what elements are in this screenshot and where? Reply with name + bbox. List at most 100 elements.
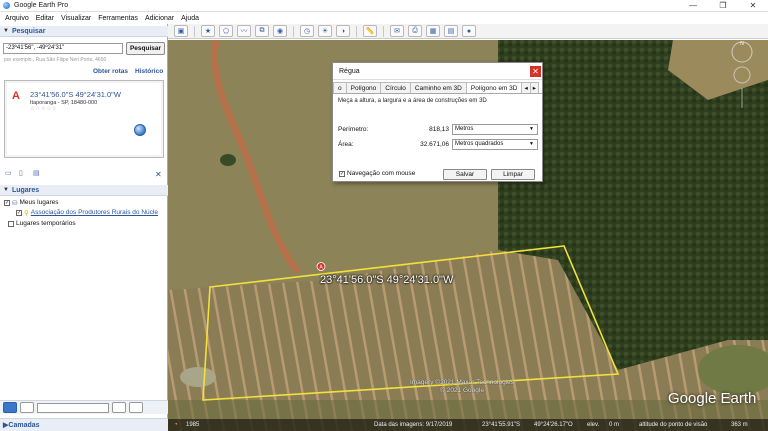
polygon-icon[interactable]: ⬠ [219, 25, 233, 37]
ruler-dialog: Régua ✕ o Polígono Círculo Caminho em 3D… [332, 62, 543, 182]
get-directions-link[interactable]: Obter rotas [93, 68, 128, 75]
search-button[interactable]: Pesquisar [126, 42, 165, 55]
search-section-title: Pesquisar [11, 27, 46, 35]
toolbar-separator [383, 25, 384, 37]
places-section-title: Lugares [11, 186, 40, 194]
save-image-icon[interactable]: ▦ [426, 25, 440, 37]
menu-adicionar[interactable]: Adicionar [145, 15, 174, 22]
print-icon[interactable]: ▤ [33, 170, 41, 178]
close-button[interactable]: ✕ [738, 0, 768, 12]
sidebar-toggle-icon[interactable]: ▣ [174, 25, 188, 37]
perimeter-unit-value: Metros [455, 126, 474, 132]
minimize-button[interactable]: — [678, 0, 708, 12]
mouse-navigation-label: Navegação com mouse [347, 170, 416, 177]
ruler-icon[interactable]: 📏 [363, 25, 377, 37]
menu-visualizar[interactable]: Visualizar [61, 15, 91, 22]
status-elev-label: elev. [587, 422, 600, 428]
status-eye-altitude-label: altitude do ponto de visão [639, 422, 708, 428]
historical-imagery-icon[interactable]: ◷ [300, 25, 314, 37]
view-toggle-button[interactable] [3, 402, 17, 413]
svg-text:N: N [740, 41, 744, 47]
toolbar: ▣ ★ ⬠ 〰 ⧉ ◉ ◷ ☀ ◑ 📏 ✉ ⎙ ▦ ▤ ● [168, 24, 768, 39]
my-places-label: Meus lugares [19, 199, 59, 206]
toolbar-separator [194, 25, 195, 37]
tab-3d-polygon[interactable]: Polígono em 3D [465, 82, 523, 93]
search-tools: ▭ ▯ ▤ [5, 170, 41, 180]
layers-section-header[interactable]: ▶ Camadas [0, 418, 168, 431]
collapse-triangle-icon: ▼ [3, 28, 9, 34]
title-bar: Google Earth Pro — ❐ ✕ [0, 0, 768, 12]
area-unit-select[interactable]: Metros quadrados ▼ [452, 139, 538, 150]
checkbox[interactable]: ✓ [16, 209, 22, 216]
print-toolbar-icon[interactable]: ⎙ [408, 25, 422, 37]
search-section-header[interactable]: ▼ Pesquisar [0, 26, 168, 37]
perimeter-label: Perímetro: [338, 126, 369, 133]
dialog-description: Meça a altura, a largura e a área de con… [338, 98, 487, 104]
navigation-controls[interactable]: N [720, 40, 764, 110]
tree-row-placemark[interactable]: ✓ ⚲ Associação dos Produtores Rurais do … [16, 208, 158, 217]
menu-ajuda[interactable]: Ajuda [181, 15, 199, 22]
folder-icon: ⛁ [12, 199, 18, 207]
search-input[interactable]: -23º41'56", -49º24'31" [3, 43, 123, 54]
overlay-icon[interactable]: ⧉ [255, 25, 269, 37]
area-value: 32.671,06 [420, 141, 449, 148]
map-marker-icon[interactable]: A [316, 262, 326, 274]
collapse-triangle-icon: ▼ [3, 187, 9, 193]
path-icon[interactable]: 〰 [237, 25, 251, 37]
tree-row-my-places[interactable]: ✓ ⛁ Meus lugares [4, 198, 58, 207]
move-down-button[interactable] [129, 402, 143, 413]
menu-ferramentas[interactable]: Ferramentas [98, 15, 138, 22]
mouse-navigation-checkbox[interactable]: ✓ [339, 170, 345, 177]
clear-button[interactable]: Limpar [491, 169, 535, 180]
result-title[interactable]: 23°41'56.0"S 49°24'31.0"W [30, 90, 121, 99]
globe-icon[interactable] [134, 124, 146, 136]
placemark-label[interactable]: Associação dos Produtores Rurais do Núcl… [31, 209, 158, 216]
toolbar-separator [356, 25, 357, 37]
clear-results-icon[interactable]: ✕ [155, 170, 162, 179]
sidebar-filter-input[interactable] [37, 402, 109, 413]
checkbox[interactable] [8, 220, 14, 227]
tab-3d-path[interactable]: Caminho em 3D [409, 82, 467, 93]
perimeter-unit-select[interactable]: Metros ▼ [452, 124, 538, 135]
maps-icon[interactable]: ▤ [444, 25, 458, 37]
tour-icon[interactable]: ◉ [273, 25, 287, 37]
result-marker-icon: A [12, 90, 20, 102]
planets-icon[interactable]: ◑ [336, 25, 350, 37]
tab-scroll-right-icon[interactable]: ▸ [529, 82, 540, 93]
result-rating: ☆☆☆☆☆ [30, 106, 58, 112]
maximize-button[interactable]: ❐ [708, 0, 738, 12]
earth-view-icon[interactable]: ● [462, 25, 476, 37]
tab-circle[interactable]: Círculo [380, 82, 411, 93]
clock-icon[interactable]: ◔ [174, 422, 178, 428]
move-up-button[interactable] [112, 402, 126, 413]
window-controls: — ❐ ✕ [678, 0, 768, 12]
copy-icon[interactable]: ▯ [19, 170, 27, 178]
google-earth-logo: Google Earth [668, 390, 757, 407]
search-hint: por exemplo., Rua São Filipe Neri Porto,… [4, 57, 107, 63]
tree-row-temporary[interactable]: Lugares temporários [8, 219, 76, 228]
add-folder-icon[interactable]: ▭ [5, 170, 13, 178]
menu-arquivo[interactable]: Arquivo [5, 15, 29, 22]
status-year: 1985 [186, 422, 200, 428]
sunlight-icon[interactable]: ☀ [318, 25, 332, 37]
save-button[interactable]: Salvar [443, 169, 487, 180]
checkbox[interactable]: ✓ [4, 199, 10, 206]
status-longitude: 49°24'26.17"O [534, 422, 573, 428]
places-section-header[interactable]: ▼ Lugares [0, 185, 168, 196]
tab-line[interactable]: o [333, 82, 347, 93]
email-icon[interactable]: ✉ [390, 25, 404, 37]
panel-toggle-button[interactable] [20, 402, 34, 413]
mouse-navigation-option[interactable]: ✓ Navegação com mouse [339, 170, 415, 177]
imagery-credit-line2: © 2021 Google [440, 387, 484, 394]
placemark-icon[interactable]: ★ [201, 25, 215, 37]
dialog-title: Régua [333, 63, 542, 80]
sidebar-view-bar [0, 400, 168, 414]
layers-section-title: Camadas [8, 421, 40, 429]
dialog-close-button[interactable]: ✕ [530, 66, 541, 77]
status-latitude: 23°41'55.91"S [482, 422, 521, 428]
history-link[interactable]: Histórico [135, 68, 163, 75]
google-earth-icon [3, 2, 10, 9]
window-title: Google Earth Pro [14, 2, 69, 9]
menu-editar[interactable]: Editar [36, 15, 54, 22]
tab-polygon[interactable]: Polígono [345, 82, 382, 93]
